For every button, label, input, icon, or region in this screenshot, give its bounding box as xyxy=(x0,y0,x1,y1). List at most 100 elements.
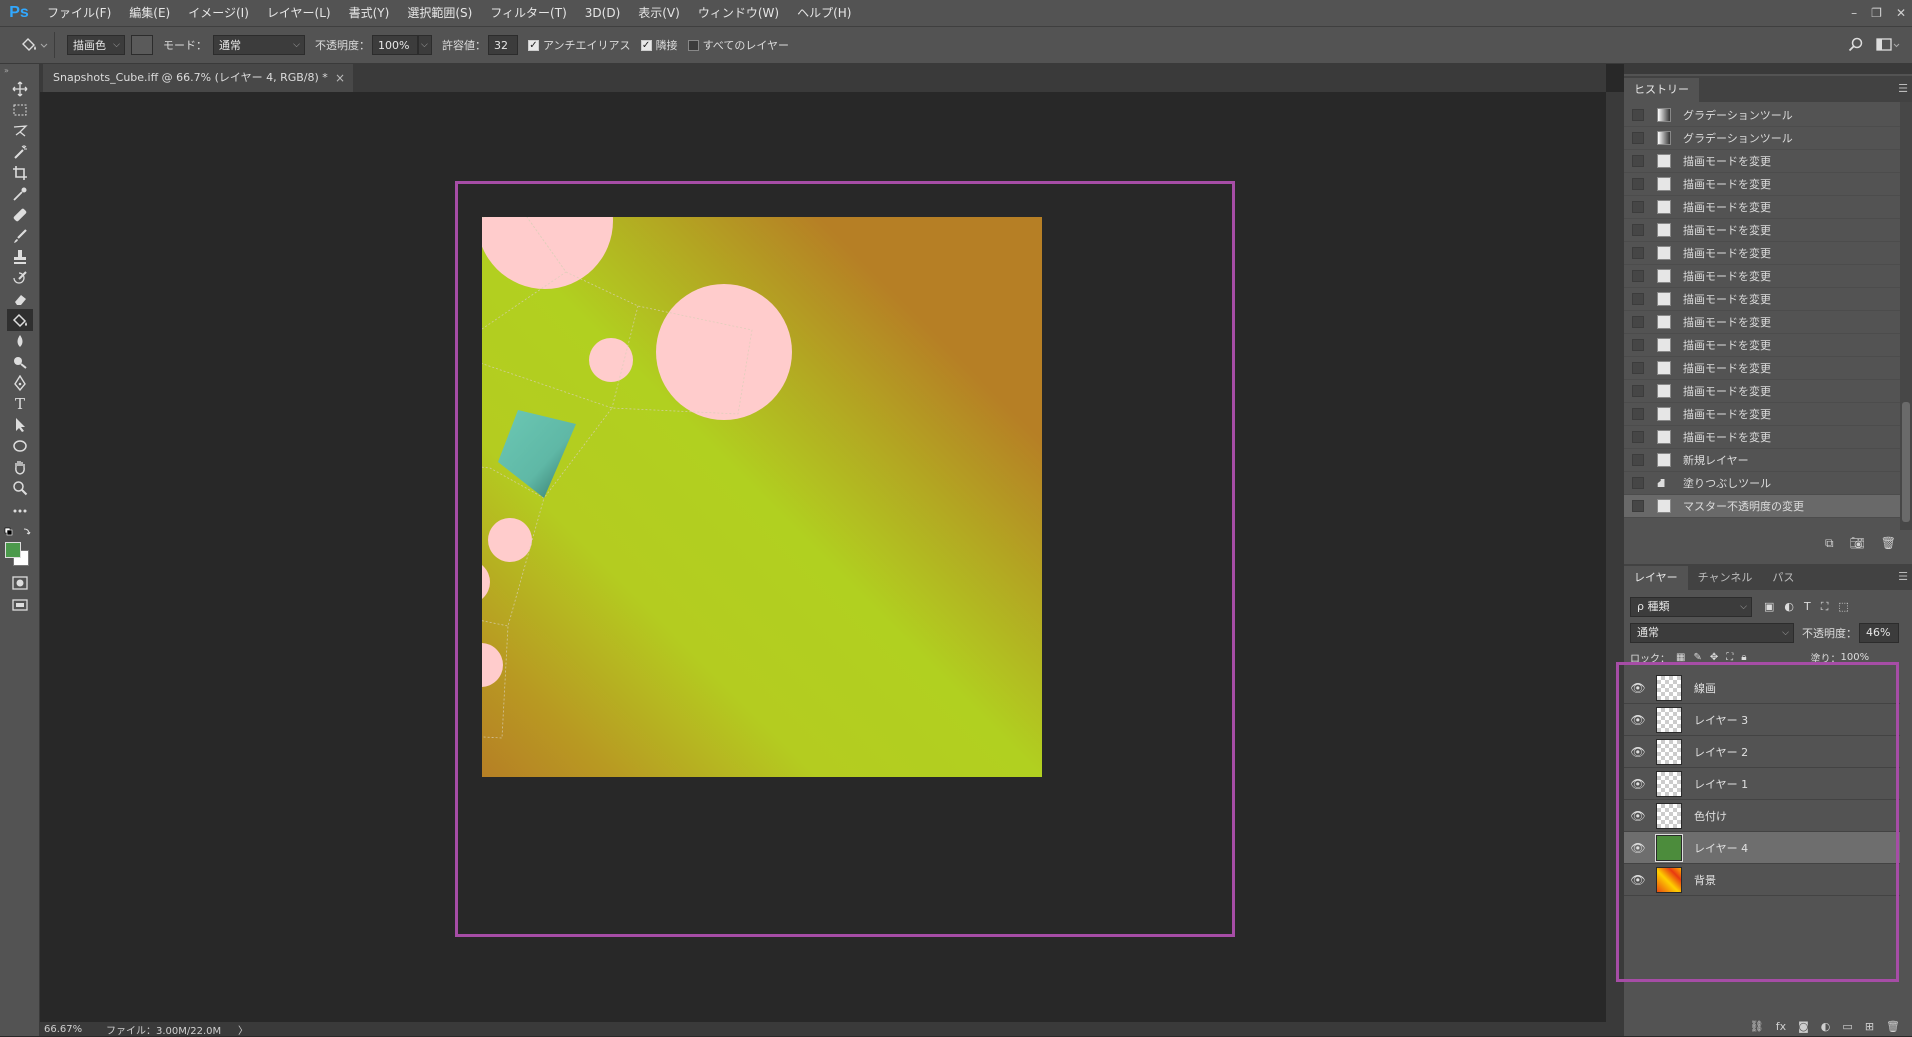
document-tab[interactable]: Snapshots_Cube.iff @ 66.7% (レイヤー 4, RGB/… xyxy=(43,64,353,92)
layer-filter-icons[interactable]: ▣◐T⛶⬚ xyxy=(1764,600,1859,614)
history-snapshot-source-checkbox[interactable] xyxy=(1632,431,1644,443)
search-icon[interactable] xyxy=(1848,37,1864,56)
history-item[interactable]: 新規レイヤー xyxy=(1624,449,1900,472)
path-selection-tool-icon[interactable] xyxy=(7,414,33,436)
history-item[interactable]: ⛘ 塗りつぶしツール xyxy=(1624,472,1900,495)
layer-name[interactable]: レイヤー 4 xyxy=(1694,840,1748,856)
fill-source-dropdown[interactable]: 描画色 ⌵ xyxy=(67,35,125,55)
mode-dropdown[interactable]: 通常 ⌵ xyxy=(213,35,305,55)
history-snapshot-source-checkbox[interactable] xyxy=(1632,500,1644,512)
visibility-eye-icon[interactable]: 👁︎ xyxy=(1624,745,1652,759)
history-list[interactable]: グラデーションツール グラデーションツール 描画モードを変更 描画モードを変更 描画モー… xyxy=(1624,102,1900,530)
camera-snapshot-icon[interactable]: 📷︎ xyxy=(1850,536,1865,550)
history-snapshot-source-checkbox[interactable] xyxy=(1632,408,1644,420)
history-item[interactable]: 描画モードを変更 xyxy=(1624,196,1900,219)
lock-icons[interactable]: ▦✎✥⛶🔒︎ xyxy=(1676,652,1755,663)
magic-wand-tool-icon[interactable] xyxy=(7,141,33,163)
trash-icon[interactable]: 🗑︎ xyxy=(1881,536,1896,550)
lasso-tool-icon[interactable] xyxy=(7,120,33,142)
history-snapshot-source-checkbox[interactable] xyxy=(1632,362,1644,374)
menu-image[interactable]: イメージ(I) xyxy=(179,0,258,26)
antialias-checkbox[interactable]: ✓ xyxy=(528,39,539,51)
history-item[interactable]: 描画モードを変更 xyxy=(1624,173,1900,196)
move-tool-icon[interactable] xyxy=(7,78,33,100)
layer-name[interactable]: レイヤー 3 xyxy=(1694,712,1748,728)
history-item[interactable]: グラデーションツール xyxy=(1624,127,1900,150)
new-group-icon[interactable]: ▭ xyxy=(1842,1020,1852,1033)
healing-brush-tool-icon[interactable] xyxy=(7,204,33,226)
layer-thumbnail[interactable] xyxy=(1656,802,1682,829)
history-item[interactable]: 描画モードを変更 xyxy=(1624,219,1900,242)
layer-opacity-input[interactable]: 46% xyxy=(1859,623,1899,643)
menu-layer[interactable]: レイヤー(L) xyxy=(258,0,340,26)
history-snapshot-source-checkbox[interactable] xyxy=(1632,454,1644,466)
tab-paths[interactable]: パス xyxy=(1762,566,1804,590)
tab-layers[interactable]: レイヤー xyxy=(1624,566,1688,590)
layer-name[interactable]: レイヤー 1 xyxy=(1694,776,1748,792)
history-snapshot-source-checkbox[interactable] xyxy=(1632,155,1644,167)
eyedropper-tool-icon[interactable] xyxy=(7,183,33,205)
vertical-scrollbar[interactable] xyxy=(1606,92,1624,1036)
menu-filter[interactable]: フィルター(T) xyxy=(481,0,575,26)
layers-list[interactable]: 👁︎ 線画 👁︎ レイヤー 3 👁︎ レイヤー 2 👁︎ レイヤー 1 👁︎ 色付け 👁︎ レイヤー … xyxy=(1624,672,1912,1002)
dodge-tool-icon[interactable] xyxy=(7,351,33,373)
history-item[interactable]: 描画モードを変更 xyxy=(1624,426,1900,449)
minimize-button[interactable]: – xyxy=(1851,6,1857,20)
history-item[interactable]: 描画モードを変更 xyxy=(1624,403,1900,426)
visibility-eye-icon[interactable]: 👁︎ xyxy=(1624,713,1652,727)
history-item[interactable]: 描画モードを変更 xyxy=(1624,311,1900,334)
menu-help[interactable]: ヘルプ(H) xyxy=(788,0,860,26)
layer-thumbnail[interactable] xyxy=(1656,674,1682,701)
zoom-tool-icon[interactable] xyxy=(7,477,33,499)
eraser-tool-icon[interactable] xyxy=(7,288,33,310)
layer-filter-dropdown[interactable]: ρ 種類 ⌵ xyxy=(1630,597,1752,617)
layer-thumbnail[interactable] xyxy=(1656,866,1682,893)
panel-menu-icon[interactable]: ☰ xyxy=(1898,82,1908,95)
crop-tool-icon[interactable] xyxy=(7,162,33,184)
paint-bucket-tool-preset-icon[interactable] xyxy=(18,35,48,55)
link-layers-icon[interactable]: ⛓︎ xyxy=(1750,1020,1764,1033)
history-item[interactable]: 描画モードを変更 xyxy=(1624,265,1900,288)
history-snapshot-source-checkbox[interactable] xyxy=(1632,178,1644,190)
history-snapshot-source-checkbox[interactable] xyxy=(1632,224,1644,236)
history-snapshot-source-checkbox[interactable] xyxy=(1632,201,1644,213)
pattern-picker[interactable] xyxy=(131,35,153,55)
visibility-eye-icon[interactable]: 👁︎ xyxy=(1624,873,1652,887)
layer-style-icon[interactable]: fx xyxy=(1776,1020,1786,1033)
layer-row[interactable]: 👁︎ 背景 xyxy=(1624,864,1900,896)
ellipse-tool-icon[interactable] xyxy=(7,435,33,457)
layer-thumbnail[interactable] xyxy=(1655,833,1683,862)
hand-tool-icon[interactable] xyxy=(7,456,33,478)
menu-view[interactable]: 表示(V) xyxy=(629,0,689,26)
workspace-icon[interactable] xyxy=(1876,37,1900,56)
quick-mask-icon[interactable] xyxy=(7,572,33,594)
history-item[interactable]: 描画モードを変更 xyxy=(1624,288,1900,311)
delete-layer-icon[interactable]: 🗑︎ xyxy=(1886,1020,1900,1033)
blur-tool-icon[interactable] xyxy=(7,330,33,352)
layer-thumbnail[interactable] xyxy=(1656,706,1682,733)
blend-mode-dropdown[interactable]: 通常 ⌵ xyxy=(1630,623,1794,643)
opacity-slider-toggle[interactable]: ⌵ xyxy=(418,35,432,55)
history-snapshot-source-checkbox[interactable] xyxy=(1632,270,1644,282)
tab-history[interactable]: ヒストリー xyxy=(1624,78,1699,102)
adjustment-layer-icon[interactable]: ◐ xyxy=(1821,1020,1831,1033)
visibility-eye-icon[interactable]: 👁︎ xyxy=(1624,777,1652,791)
menu-file[interactable]: ファイル(F) xyxy=(38,0,120,26)
fill-value[interactable]: 100% xyxy=(1841,652,1870,663)
menu-window[interactable]: ウィンドウ(W) xyxy=(689,0,788,26)
contiguous-checkbox[interactable]: ✓ xyxy=(640,39,652,51)
more-tools-icon[interactable] xyxy=(7,500,33,522)
pen-tool-icon[interactable] xyxy=(7,372,33,394)
menu-select[interactable]: 選択範囲(S) xyxy=(398,0,481,26)
history-scrollbar[interactable] xyxy=(1900,102,1912,530)
history-item[interactable]: グラデーションツール xyxy=(1624,104,1900,127)
type-tool-icon[interactable]: T xyxy=(7,393,33,415)
layer-name[interactable]: 線画 xyxy=(1694,680,1716,696)
history-snapshot-source-checkbox[interactable] xyxy=(1632,477,1644,489)
close-tab-icon[interactable]: × xyxy=(335,64,345,92)
tab-channels[interactable]: チャンネル xyxy=(1688,566,1763,590)
document-canvas[interactable] xyxy=(40,92,1606,1022)
screen-mode-icon[interactable] xyxy=(7,594,33,616)
layer-row[interactable]: 👁︎ レイヤー 2 xyxy=(1624,736,1900,768)
history-scroll-thumb[interactable] xyxy=(1902,402,1910,522)
